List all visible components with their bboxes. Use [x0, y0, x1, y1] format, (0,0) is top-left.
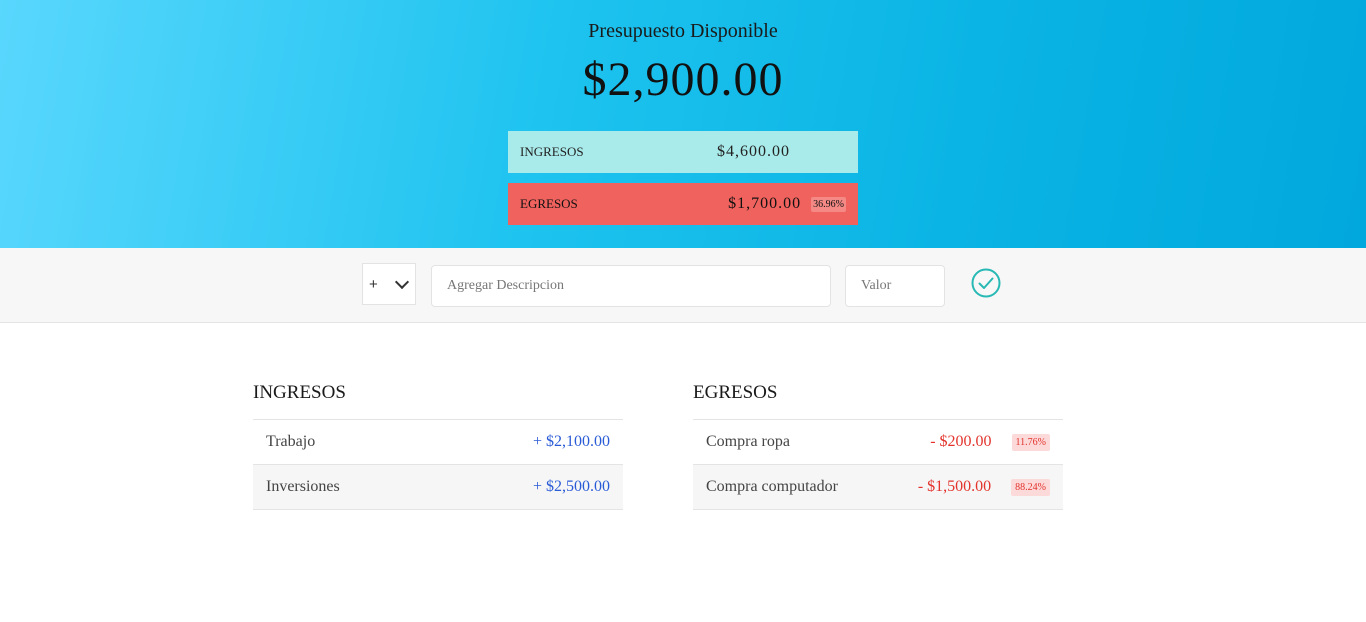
- item-percentage-badge: 11.76%: [1011, 433, 1050, 451]
- income-summary-label: INGRESOS: [520, 144, 584, 159]
- item-value: + $2,500.00: [532, 478, 610, 495]
- available-budget-value: $2,900.00: [582, 53, 784, 106]
- description-input[interactable]: [431, 265, 831, 307]
- income-summary: INGRESOS $4,600.00: [508, 131, 858, 173]
- budget-title: Presupuesto Disponible: [588, 20, 778, 42]
- type-select[interactable]: +: [362, 263, 416, 305]
- item-description: Compra computador: [706, 478, 838, 495]
- income-list: INGRESOS Trabajo + $2,100.00 Inversiones…: [253, 380, 623, 510]
- item-description: Inversiones: [266, 478, 340, 495]
- budget-header: Presupuesto Disponible $2,900.00 INGRESO…: [0, 0, 1366, 248]
- check-circle-icon: [971, 268, 1001, 298]
- list-item[interactable]: Compra ropa - $200.00 11.76%: [693, 420, 1063, 465]
- expense-list: EGRESOS Compra ropa - $200.00 11.76% Com…: [693, 380, 1063, 510]
- add-button[interactable]: [970, 267, 1002, 299]
- chevron-down-icon: [394, 274, 410, 290]
- item-percentage-badge: 88.24%: [1011, 478, 1050, 496]
- list-item[interactable]: Trabajo + $2,100.00: [253, 420, 623, 465]
- item-description: Compra ropa: [706, 433, 790, 450]
- expense-summary: EGRESOS $1,700.00 36.96%: [508, 183, 858, 225]
- income-summary-value: $4,600.00: [717, 143, 790, 160]
- expense-list-title: EGRESOS: [693, 380, 1063, 420]
- value-input[interactable]: [845, 265, 945, 307]
- item-value: - $1,500.00: [917, 478, 992, 495]
- expense-summary-value: $1,700.00: [728, 195, 802, 212]
- item-value: + $2,100.00: [532, 433, 610, 450]
- item-value: - $200.00: [930, 433, 992, 450]
- add-entry-bar: +: [0, 248, 1366, 323]
- expense-percentage-badge: 36.96%: [811, 196, 846, 212]
- type-select-value: +: [369, 275, 378, 293]
- income-list-title: INGRESOS: [253, 380, 623, 420]
- expense-summary-label: EGRESOS: [520, 196, 578, 211]
- list-item[interactable]: Inversiones + $2,500.00: [253, 465, 623, 510]
- item-description: Trabajo: [266, 433, 316, 450]
- list-item[interactable]: Compra computador - $1,500.00 88.24%: [693, 465, 1063, 510]
